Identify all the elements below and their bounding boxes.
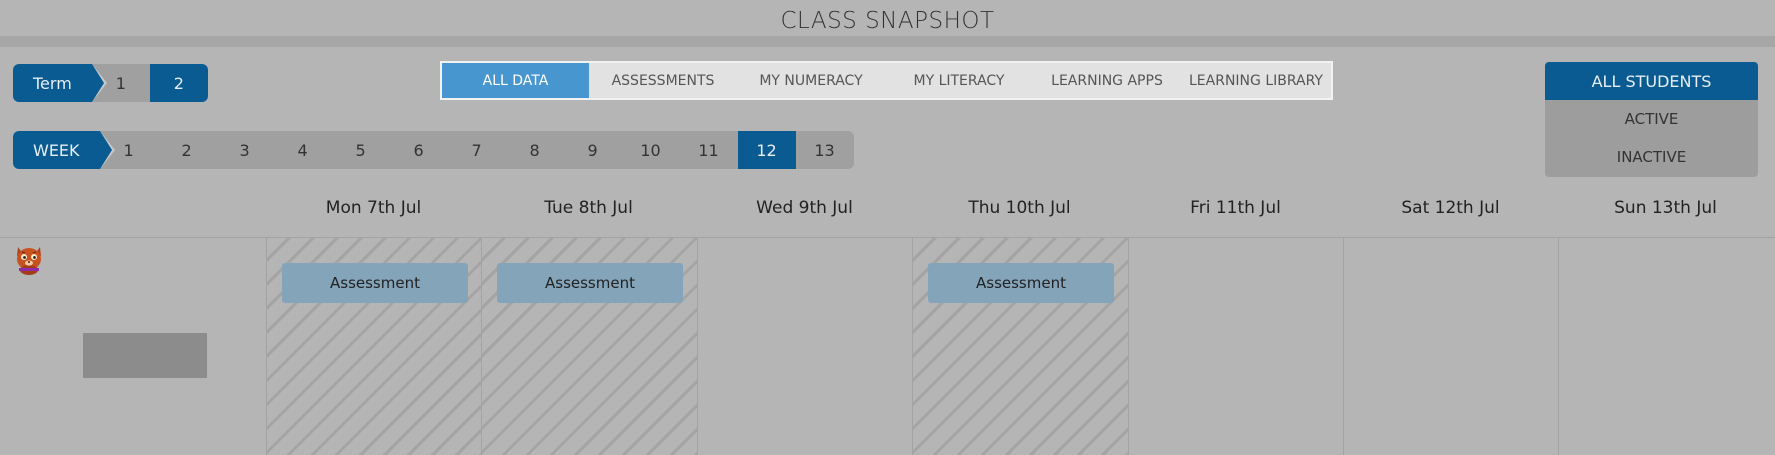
day-cell-sun[interactable] (1558, 238, 1775, 455)
calendar-day-headers: Mon 7th Jul Tue 8th Jul Wed 9th Jul Thu … (0, 198, 1775, 228)
week-option-3[interactable]: 3 (215, 131, 274, 169)
day-header-thu: Thu 10th Jul (968, 198, 1071, 218)
tab-learning-library[interactable]: LEARNING LIBRARY (1181, 63, 1331, 98)
day-cell-sat[interactable] (1343, 238, 1558, 455)
week-option-12[interactable]: 12 (737, 131, 796, 169)
day-cell-wed[interactable] (697, 238, 912, 455)
tab-learning-apps[interactable]: LEARNING APPS (1033, 63, 1181, 98)
day-cell-thu[interactable]: Assessment (912, 238, 1128, 455)
day-header-fri: Fri 11th Jul (1190, 198, 1281, 218)
filter-active[interactable]: ACTIVE (1545, 100, 1758, 138)
day-header-sun: Sun 13th Jul (1614, 198, 1717, 218)
term-selector: Term 1 2 (13, 64, 208, 102)
week-option-9[interactable]: 9 (563, 131, 622, 169)
filter-all-students[interactable]: ALL STUDENTS (1545, 62, 1758, 100)
student-name-placeholder (83, 333, 207, 378)
day-header-sat: Sat 12th Jul (1401, 198, 1500, 218)
week-option-6[interactable]: 6 (389, 131, 448, 169)
cat-avatar-icon[interactable] (14, 243, 44, 275)
day-cell-mon[interactable]: Assessment (266, 238, 481, 455)
tab-all-data[interactable]: ALL DATA (442, 63, 589, 98)
week-option-7[interactable]: 7 (447, 131, 506, 169)
assessment-button[interactable]: Assessment (928, 263, 1114, 303)
day-header-wed: Wed 9th Jul (756, 198, 853, 218)
student-filter: ALL STUDENTS ACTIVE INACTIVE (1545, 62, 1758, 177)
week-option-5[interactable]: 5 (331, 131, 390, 169)
day-header-mon: Mon 7th Jul (325, 198, 422, 218)
tab-my-literacy[interactable]: MY LITERACY (885, 63, 1033, 98)
week-option-11[interactable]: 11 (679, 131, 738, 169)
data-tabs: ALL DATA ASSESSMENTS MY NUMERACY MY LITE… (440, 61, 1333, 100)
assessment-button[interactable]: Assessment (497, 263, 683, 303)
week-selector: WEEK 1 2 3 4 5 6 7 8 9 10 11 12 13 (13, 131, 854, 169)
week-option-13[interactable]: 13 (795, 131, 854, 169)
assessment-button[interactable]: Assessment (282, 263, 468, 303)
filter-inactive[interactable]: INACTIVE (1545, 138, 1758, 176)
calendar-grid: Assessment Assessment Assessment (0, 238, 1775, 455)
title-divider (0, 36, 1775, 47)
day-header-tue: Tue 8th Jul (544, 198, 633, 218)
week-option-4[interactable]: 4 (273, 131, 332, 169)
term-label: Term (13, 64, 107, 102)
week-label: WEEK (13, 131, 114, 169)
day-cell-fri[interactable] (1128, 238, 1343, 455)
day-cell-tue[interactable]: Assessment (481, 238, 697, 455)
tab-my-numeracy[interactable]: MY NUMERACY (737, 63, 885, 98)
week-option-2[interactable]: 2 (157, 131, 216, 169)
week-option-8[interactable]: 8 (505, 131, 564, 169)
week-option-10[interactable]: 10 (621, 131, 680, 169)
page-title: CLASS SNAPSHOT (780, 8, 995, 34)
term-option-2[interactable]: 2 (149, 64, 208, 102)
tab-assessments[interactable]: ASSESSMENTS (589, 63, 737, 98)
